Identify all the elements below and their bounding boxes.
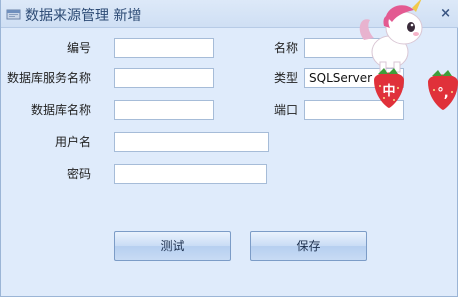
number-label: 编号 — [66, 41, 91, 55]
db-service-input[interactable] — [114, 68, 214, 88]
type-label: 类型 — [273, 71, 298, 85]
username-input[interactable] — [114, 132, 269, 152]
badge-right-text: °, — [437, 86, 448, 101]
test-button-label: 测试 — [160, 239, 185, 253]
port-input[interactable] — [304, 100, 404, 120]
test-button[interactable]: 测试 — [114, 231, 231, 261]
password-input[interactable] — [114, 164, 267, 184]
name-label: 名称 — [273, 41, 298, 55]
db-name-label: 数据库名称 — [30, 103, 91, 117]
close-icon[interactable]: × — [440, 6, 451, 21]
password-label: 密码 — [66, 167, 91, 181]
db-name-input[interactable] — [114, 100, 214, 120]
save-button[interactable]: 保存 — [250, 231, 367, 261]
username-label: 用户名 — [54, 135, 91, 149]
port-label: 端口 — [273, 103, 298, 117]
window-title: 数据来源管理 新增 — [25, 8, 142, 24]
dialog-window: 数据来源管理 新增 × 编号 名称 数据库服务名称 类型 SQLServer 数… — [0, 0, 458, 297]
save-button-label: 保存 — [296, 239, 321, 253]
type-select[interactable]: SQLServer — [304, 68, 404, 88]
title-bar[interactable]: 数据来源管理 新增 × — [1, 0, 458, 28]
number-input[interactable] — [114, 38, 214, 58]
app-window-icon — [6, 9, 21, 20]
db-service-label: 数据库服务名称 — [6, 71, 91, 85]
type-select-value: SQLServer — [309, 71, 373, 85]
name-input[interactable] — [304, 38, 404, 58]
